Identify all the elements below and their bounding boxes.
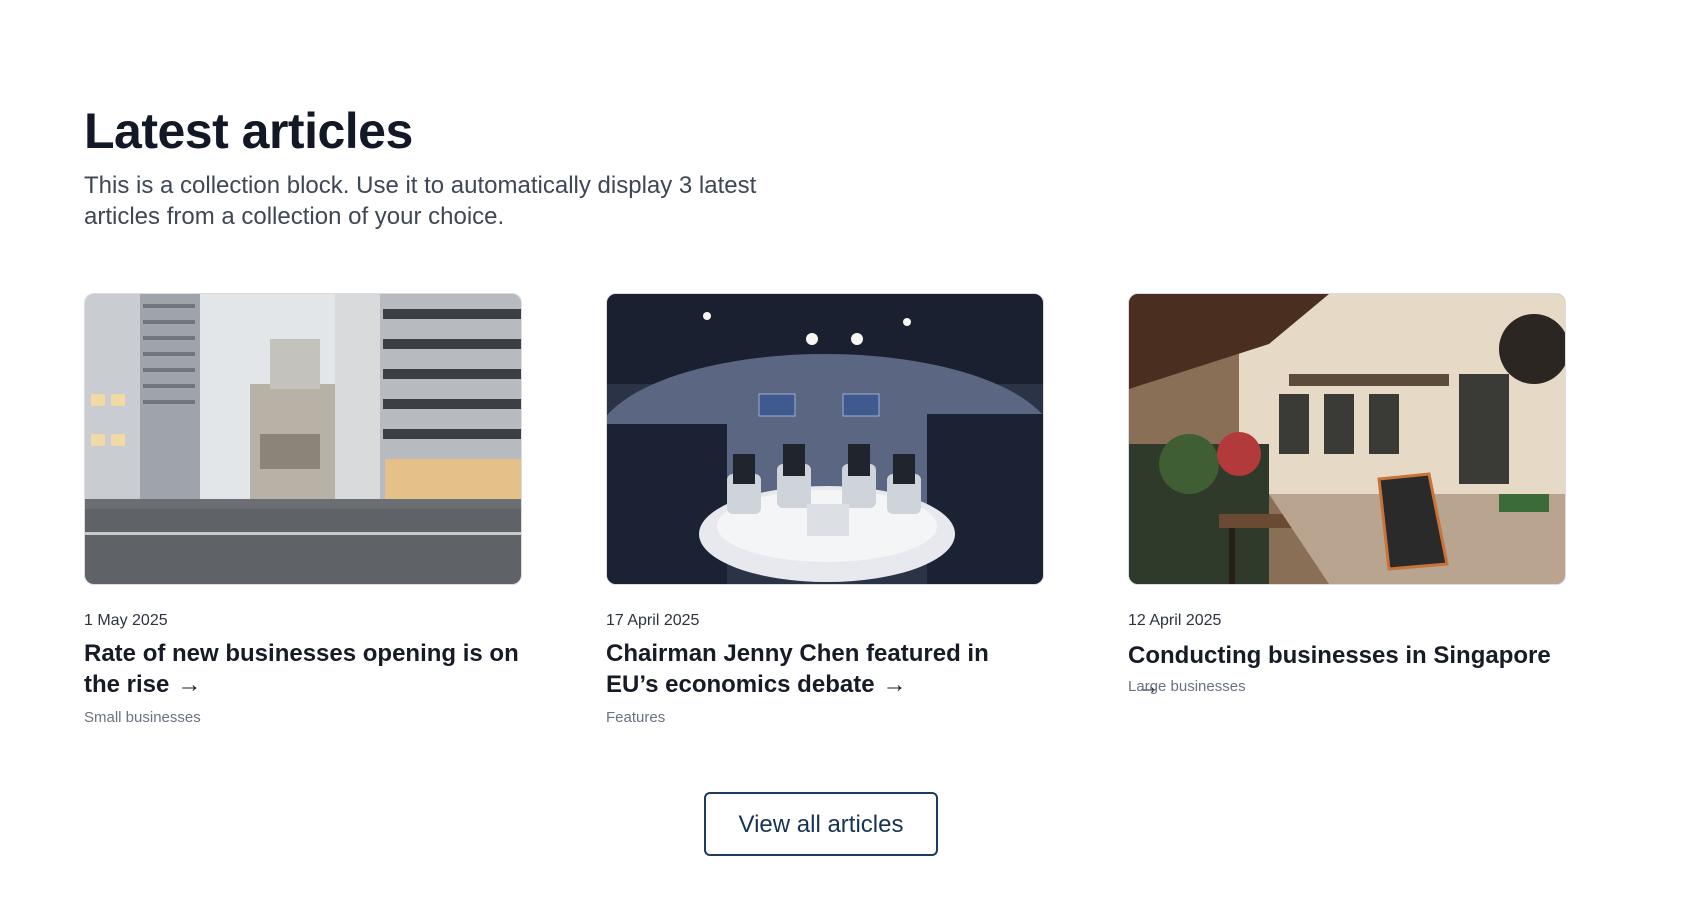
article-title-link[interactable]: Rate of new businesses opening is on the… bbox=[84, 638, 524, 700]
article-title: Chairman Jenny Chen featured in EU’s eco… bbox=[606, 640, 989, 698]
section-heading: Latest articles bbox=[84, 103, 413, 159]
article-title-link[interactable]: Chairman Jenny Chen featured in EU’s eco… bbox=[606, 638, 1046, 700]
article-image[interactable] bbox=[84, 293, 522, 585]
cafe-terrace-image bbox=[1129, 294, 1565, 584]
article-image[interactable] bbox=[1128, 293, 1566, 585]
view-all-articles-button[interactable]: View all articles bbox=[704, 792, 938, 856]
section-intro: This is a collection block. Use it to au… bbox=[84, 172, 757, 230]
article-date: 12 April 2025 bbox=[1128, 612, 1222, 629]
panel-debate-image bbox=[607, 294, 1043, 584]
article-date: 17 April 2025 bbox=[606, 612, 700, 629]
article-title: Conducting businesses in Singapore bbox=[1128, 642, 1551, 669]
article-image[interactable] bbox=[606, 293, 1044, 585]
article-card[interactable]: 17 April 2025 Chairman Jenny Chen featur… bbox=[606, 293, 1046, 726]
street-scene-image bbox=[85, 294, 521, 584]
article-card[interactable]: 1 May 2025 Rate of new businesses openin… bbox=[84, 293, 524, 726]
article-card[interactable]: 12 April 2025 Conducting businesses in S… bbox=[1128, 293, 1568, 700]
article-category: Large businesses bbox=[1128, 678, 1246, 695]
article-category: Small businesses bbox=[84, 709, 201, 726]
article-title: Rate of new businesses opening is on the… bbox=[84, 640, 519, 698]
arrow-right-icon: → bbox=[882, 671, 907, 698]
article-category: Features bbox=[606, 709, 666, 726]
arrow-right-icon: → bbox=[177, 671, 202, 698]
article-date: 1 May 2025 bbox=[84, 612, 168, 629]
